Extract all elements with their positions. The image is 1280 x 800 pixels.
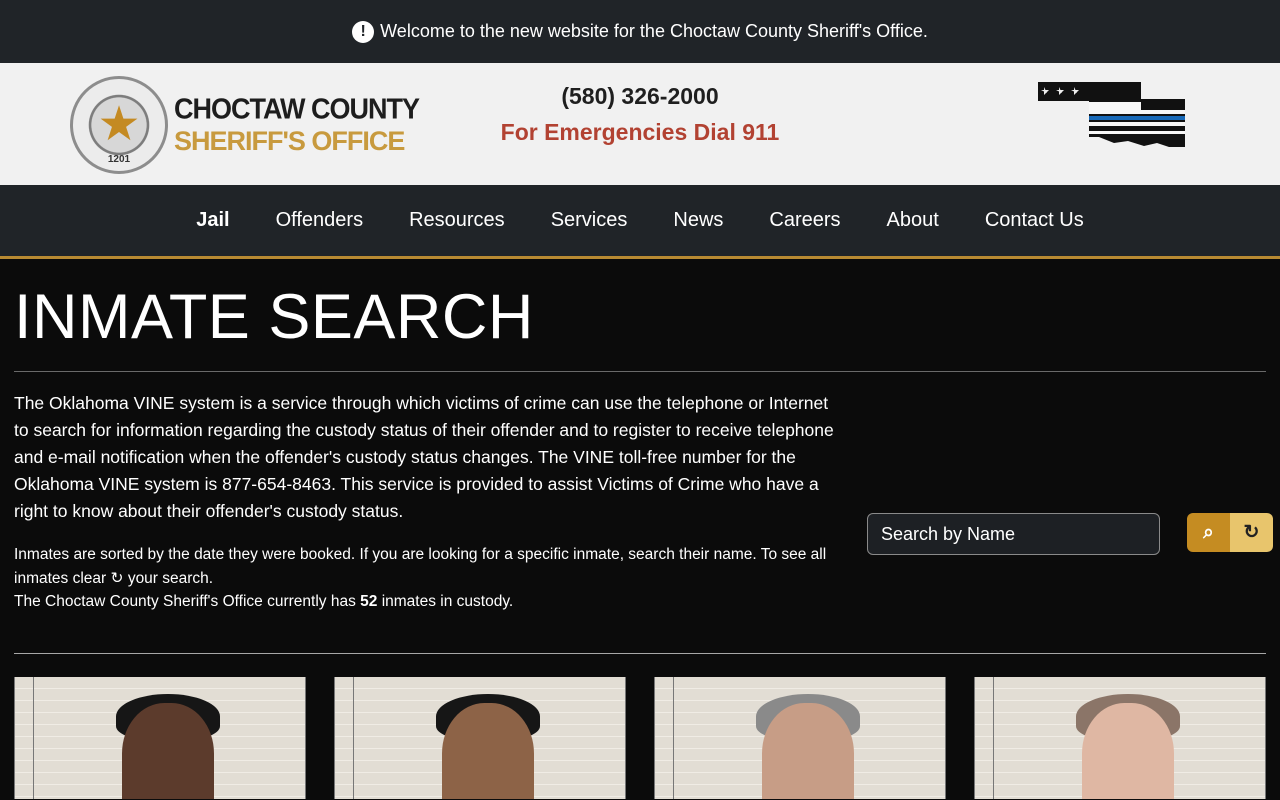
main-navigation: Jail Offenders Resources Services News C…	[0, 185, 1280, 259]
height-scale-right	[286, 677, 306, 799]
main-content: INMATE SEARCH The Oklahoma VINE system i…	[0, 281, 1280, 799]
nav-resources[interactable]: Resources	[409, 209, 505, 232]
mugshot-head	[122, 703, 214, 799]
inmate-count: 52	[360, 593, 378, 610]
mugshot-head	[1082, 703, 1174, 799]
count-suffix: inmates in custody.	[381, 593, 514, 610]
nav-about[interactable]: About	[887, 209, 939, 232]
height-scale-right	[926, 677, 946, 799]
sorting-note-suffix: your search.	[127, 570, 214, 587]
nav-jail[interactable]: Jail	[196, 209, 229, 232]
alert-banner: ! Welcome to the new website for the Cho…	[0, 0, 1280, 63]
inmate-card[interactable]	[14, 677, 306, 799]
inmate-card[interactable]	[334, 677, 626, 799]
page-title: INMATE SEARCH	[14, 282, 534, 352]
height-scale-left	[334, 677, 354, 799]
nav-news[interactable]: News	[673, 209, 723, 232]
nav-contact-us[interactable]: Contact Us	[985, 209, 1084, 232]
inmate-card[interactable]	[974, 677, 1266, 799]
search-icon: ⌕	[1203, 521, 1214, 543]
refresh-icon: ↻	[1243, 522, 1260, 543]
refresh-icon-inline: ↻	[110, 570, 124, 587]
mugshot-head	[762, 703, 854, 799]
inmate-card[interactable]	[654, 677, 946, 799]
oklahoma-thin-blue-line-flag-icon	[1038, 82, 1185, 147]
nav-services[interactable]: Services	[551, 209, 628, 232]
search-input[interactable]	[867, 513, 1160, 555]
site-header: ★ 1201 CHOCTAW COUNTY SHERIFF'S OFFICE (…	[0, 63, 1280, 185]
height-scale-right	[606, 677, 626, 799]
inmate-gallery	[14, 677, 1266, 799]
badge-number: 1201	[107, 154, 131, 165]
nav-careers[interactable]: Careers	[769, 209, 840, 232]
search-button[interactable]: ⌕	[1187, 513, 1230, 552]
height-scale-left	[14, 677, 34, 799]
mugshot-head	[442, 703, 534, 799]
count-prefix: The Choctaw County Sheriff's Office curr…	[14, 593, 356, 610]
clear-search-button[interactable]: ↻	[1230, 513, 1273, 552]
gallery-divider	[14, 653, 1266, 654]
alert-text: Welcome to the new website for the Choct…	[380, 21, 928, 41]
nav-offenders[interactable]: Offenders	[276, 209, 363, 232]
vine-description: The Oklahoma VINE system is a service th…	[14, 393, 834, 521]
sorting-note: Inmates are sorted by the date they were…	[14, 543, 844, 591]
inmate-count-text: The Choctaw County Sheriff's Office curr…	[14, 591, 1266, 613]
alert-circle-icon: !	[352, 20, 375, 43]
title-divider	[14, 371, 1266, 372]
height-scale-right	[1246, 677, 1266, 799]
height-scale-left	[974, 677, 994, 799]
height-scale-left	[654, 677, 674, 799]
